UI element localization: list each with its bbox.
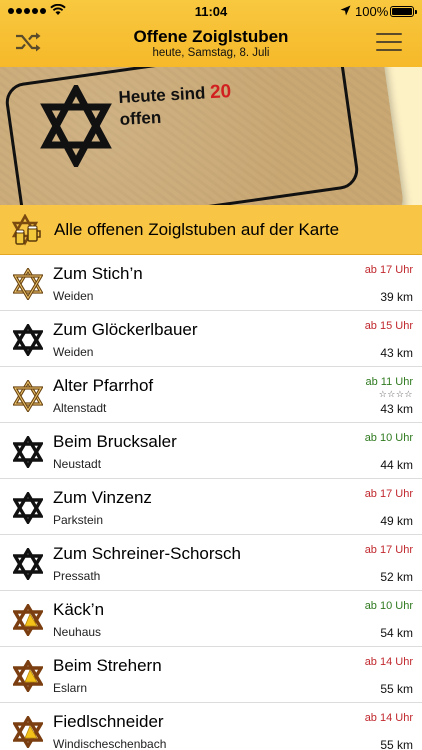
list-item-town: Pressath (53, 569, 101, 583)
list-item-name: Zum Glöckerlbauer (53, 320, 198, 339)
list-item-name: Zum Stich’n (53, 264, 143, 283)
list-item-opening-time: ab 14 Uhr (364, 656, 413, 668)
page-subtitle-date: heute, Samstag, 8. Juli (152, 47, 270, 59)
list-item[interactable]: Beim Strehern Eslarn ab 14 Uhr 55 km (0, 647, 422, 703)
list-item-opening-time: ab 10 Uhr (364, 600, 413, 612)
list-item[interactable]: Fiedlschneider Windischeschenbach ab 14 Uh… (0, 703, 422, 750)
gold-brown-star-icon (13, 660, 43, 692)
location-arrow-icon (340, 5, 351, 16)
list-item-distance: 44 km (380, 458, 413, 472)
shuffle-icon[interactable] (14, 31, 42, 53)
black-star-icon (13, 324, 43, 356)
list-item-town: Neustadt (53, 457, 102, 471)
black-star-icon (13, 492, 43, 524)
list-item-town: Neuhaus (53, 625, 102, 639)
list-item-opening-time: ab 11 Uhr (365, 376, 414, 388)
banner-line1: Heute sind (118, 83, 206, 107)
list-item-opening-time: ab 14 Uhr (364, 712, 413, 724)
open-count-number: 20 (209, 81, 232, 104)
list-item-distance: 43 km (380, 346, 413, 360)
zoigl-star-icon (40, 85, 112, 167)
list-item-opening-time: ab 17 Uhr (364, 488, 413, 500)
list-item-name: Fiedlschneider (53, 712, 164, 731)
list-item-opening-time: ab 17 Uhr (364, 264, 413, 276)
list-item[interactable]: Alter Pfarrhof Altenstadt ab 11 Uhr ☆☆☆☆ 43 … (0, 367, 422, 423)
list-item[interactable]: Zum Schreiner-Schorsch Pressath ab 17 Uhr 5… (0, 535, 422, 591)
list-item[interactable]: Zum Glöckerlbauer Weiden ab 15 Uhr 43 km (0, 311, 422, 367)
list-item-distance: 39 km (380, 290, 413, 304)
list-item-town: Eslarn (53, 681, 88, 695)
list-item-town: Weiden (53, 345, 94, 359)
list-item-rating: ☆☆☆☆ (378, 389, 413, 399)
map-all-open-label: Alle offenen Zoiglstuben auf der Karte (54, 220, 340, 239)
list-item-distance: 49 km (380, 514, 413, 528)
gold-brown-star-icon (13, 604, 43, 636)
list-item[interactable]: Zum Stich’n Weiden ab 17 Uhr 39 km (0, 255, 422, 311)
list-item-opening-time: ab 17 Uhr (364, 544, 413, 556)
list-item-distance: 55 km (380, 738, 413, 750)
list-item-name: Beim Strehern (53, 656, 162, 675)
black-star-icon (13, 548, 43, 580)
beer-mugs-star-icon (12, 214, 41, 246)
battery-icon (390, 6, 417, 17)
list-item-distance: 55 km (380, 682, 413, 696)
map-all-open-button[interactable]: Alle offenen Zoiglstuben auf der Karte (0, 205, 422, 255)
open-count-banner: Heute sind 20 offen (0, 67, 422, 205)
list-item[interactable]: Käck’n Neuhaus ab 10 Uhr 54 km (0, 591, 422, 647)
list-item-opening-time: ab 15 Uhr (364, 320, 413, 332)
black-star-icon (13, 436, 43, 468)
gold-brown-star-icon (13, 716, 43, 748)
list-item-name: Alter Pfarrhof (53, 376, 154, 395)
page-title: Offene Zoiglstuben (133, 27, 289, 46)
brown-outline-star-icon (13, 268, 43, 300)
list-item-distance: 54 km (380, 626, 413, 640)
list-item-opening-time: ab 10 Uhr (364, 432, 413, 444)
zoiglstuben-list: Zum Stich’n Weiden ab 17 Uhr 39 km Zum Glöck… (0, 255, 422, 750)
list-item-name: Zum Schreiner-Schorsch (53, 544, 242, 563)
list-item-town: Weiden (53, 289, 94, 303)
list-item[interactable]: Zum Vinzenz Parkstein ab 17 Uhr 49 km (0, 479, 422, 535)
battery-percent: 100% (355, 4, 389, 19)
list-item-distance: 43 km (380, 402, 413, 416)
list-item-name: Käck’n (53, 600, 105, 619)
list-item-town: Parkstein (53, 513, 104, 527)
list-item-name: Beim Brucksaler (53, 432, 177, 451)
list-item-town: Altenstadt (53, 401, 107, 415)
status-bar: 11:04 100% (0, 0, 422, 22)
open-count-text: Heute sind 20 offen (118, 81, 233, 131)
list-item[interactable]: Beim Brucksaler Neustadt ab 10 Uhr 44 km (0, 423, 422, 479)
brown-outline-star-icon (13, 380, 43, 412)
list-item-distance: 52 km (380, 570, 413, 584)
top-bar: 11:04 100% Offene Zoiglstuben heute, Sam… (0, 0, 422, 67)
banner-line2: offen (119, 107, 162, 129)
list-item-town: Windischeschenbach (53, 737, 167, 750)
hamburger-menu-icon[interactable] (376, 33, 402, 53)
list-item-name: Zum Vinzenz (53, 488, 152, 507)
